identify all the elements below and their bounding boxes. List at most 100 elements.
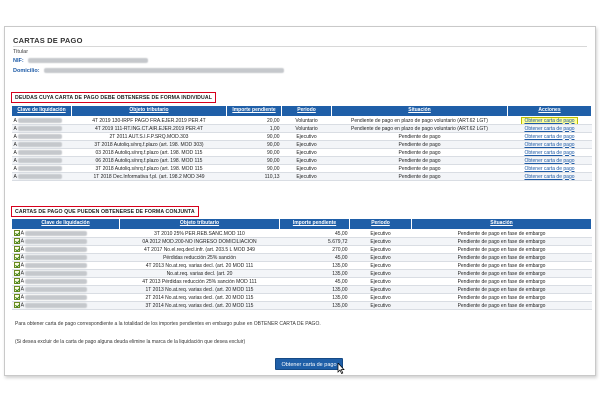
clave-prefix: A [20,262,24,269]
col-clave-liquidacion[interactable]: Clave de liquidación [11,105,72,117]
clave-cell: A [11,285,120,294]
clave-redacted [24,294,87,300]
clave-prefix: A [20,270,24,277]
clave-cell: A [11,301,120,310]
importe-cell: 90,00 [226,140,282,149]
obtener-carta-link[interactable]: Obtener carta de pago [524,174,574,180]
include-checkbox[interactable] [13,294,20,301]
importe-cell: 45,00 [279,253,350,262]
importe-cell: 90,00 [226,156,282,165]
periodo-cell: Ejecutivo [349,293,412,302]
include-checkbox[interactable] [13,230,20,237]
importe-cell: 90,00 [226,148,282,157]
clave-cell: A [11,164,72,173]
periodo-cell: Voluntario [281,124,332,133]
include-checkbox[interactable] [13,286,20,293]
obtener-carta-link[interactable]: Obtener carta de pago [524,150,574,156]
obtener-carta-link[interactable]: Obtener carta de pago [524,142,574,148]
objeto-cell: 3T 2014 No.at.req. varias decl. (art. 20… [119,301,280,310]
situacion-cell: Pendiente de pago en fase de embargo [411,253,592,262]
situacion-cell: Pendiente de pago en plazo de pago volun… [331,116,508,125]
situacion-cell: Pendiente de pago en fase de embargo [411,293,592,302]
page-title: CARTAS DE PAGO [13,36,83,45]
importe-cell: 45,00 [279,229,350,238]
include-checkbox[interactable] [13,270,20,277]
include-checkbox[interactable] [13,254,20,261]
col-situacion[interactable]: Situación [331,105,508,117]
col-objeto-tributario[interactable]: Objeto tributario [119,218,280,230]
periodo-cell: Ejecutivo [349,277,412,286]
importe-cell: 135,00 [279,269,350,278]
table-row: A 4T 2013 Pérdidas reducción 25% sanción … [11,277,592,286]
objeto-cell: 1T 2018 Dec.Informativa f.pl. (art. 198.… [71,172,227,181]
importe-cell: 135,00 [279,261,350,270]
acciones-cell: Obtener carta de pago [507,140,592,149]
obtener-carta-de-pago-button[interactable]: Obtener carta de pago [275,358,343,370]
clave-cell: A [11,277,120,286]
col-clave-liquidacion[interactable]: Clave de liquidación [11,218,120,230]
situacion-cell: Pendiente de pago [331,132,508,141]
clave-prefix: A [20,238,24,245]
obtener-carta-link[interactable]: Obtener carta de pago [524,126,574,132]
importe-cell: 1,00 [226,124,282,133]
clave-cell: A [11,253,120,262]
conjunta-header-row: Clave de liquidación Objeto tributario I… [11,218,592,230]
include-checkbox[interactable] [13,278,20,285]
clave-cell: A [11,140,72,149]
clave-redacted [24,246,87,252]
clave-redacted [24,238,87,244]
objeto-cell: 3T 2010 25% PER.REB.SANC.MOD 110 [119,229,280,238]
table-row: A 3T 2014 No.at.req. varias decl. (art. 2… [11,301,592,310]
clave-redacted [17,141,62,147]
embargo-instructions: Para obtener carta de pago correspondien… [15,321,321,327]
clave-redacted [24,262,87,268]
situacion-cell: Pendiente de pago [331,164,508,173]
col-periodo[interactable]: Periodo [349,218,412,230]
situacion-cell: Pendiente de pago [331,140,508,149]
clave-redacted [17,117,62,123]
include-checkbox[interactable] [13,246,20,253]
domicilio-value-redacted [44,68,285,74]
clave-cell: A [11,124,72,133]
clave-prefix: A [20,302,24,309]
clave-redacted [24,230,87,236]
periodo-cell: Ejecutivo [281,156,332,165]
importe-cell: 270,00 [279,245,350,254]
clave-cell: A [11,229,120,238]
objeto-cell: 3T 2018 Autoliq.s/nrq.f.plazo (art. 198.… [71,140,227,149]
obtener-carta-link[interactable]: Obtener carta de pago [524,166,574,172]
table-row: A 03 2018 Autoliq.s/nrq.f.plazo (art. 198… [11,148,592,157]
obtener-carta-link[interactable]: Obtener carta de pago [524,134,574,140]
periodo-cell: Ejecutivo [349,285,412,294]
col-situacion[interactable]: Situación [411,218,592,230]
objeto-cell: 4T 2019 111-RT.ING.CT.AIR.EJER.2019 PER.… [71,124,227,133]
include-checkbox[interactable] [13,302,20,309]
periodo-cell: Ejecutivo [349,301,412,310]
col-periodo[interactable]: Periodo [281,105,332,117]
domicilio-label: Domicilio: [13,68,40,74]
include-checkbox[interactable] [13,238,20,245]
clave-cell: A [11,148,72,157]
col-importe-pendiente[interactable]: Importe pendiente [226,105,282,117]
include-checkbox[interactable] [13,262,20,269]
periodo-cell: Ejecutivo [281,148,332,157]
clave-prefix: A [20,254,24,261]
clave-cell: A [11,261,120,270]
objeto-cell: 0A 2012 MOD.200-NO INGRESO DOMICILIACION [119,237,280,246]
table-row: A 3T 2018 Autoliq.s/nrq.f.plazo (art. 198… [11,164,592,173]
conjunta-debts-table: Clave de liquidación Objeto tributario I… [11,218,592,310]
periodo-cell: Ejecutivo [281,140,332,149]
clave-redacted [24,302,87,308]
col-objeto-tributario[interactable]: Objeto tributario [71,105,227,117]
obtener-carta-link[interactable]: Obtener carta de pago [524,158,574,164]
acciones-cell: Obtener carta de pago [507,148,592,157]
clave-redacted [24,278,87,284]
clave-prefix: A [13,149,17,156]
periodo-cell: Voluntario [281,116,332,125]
situacion-cell: Pendiente de pago en fase de embargo [411,237,592,246]
clave-cell: A [11,293,120,302]
acciones-cell: Obtener carta de pago [507,156,592,165]
obtener-carta-link[interactable]: Obtener carta de pago [521,116,578,124]
acciones-cell: Obtener carta de pago [507,172,592,181]
col-importe-pendiente[interactable]: Importe pendiente [279,218,350,230]
